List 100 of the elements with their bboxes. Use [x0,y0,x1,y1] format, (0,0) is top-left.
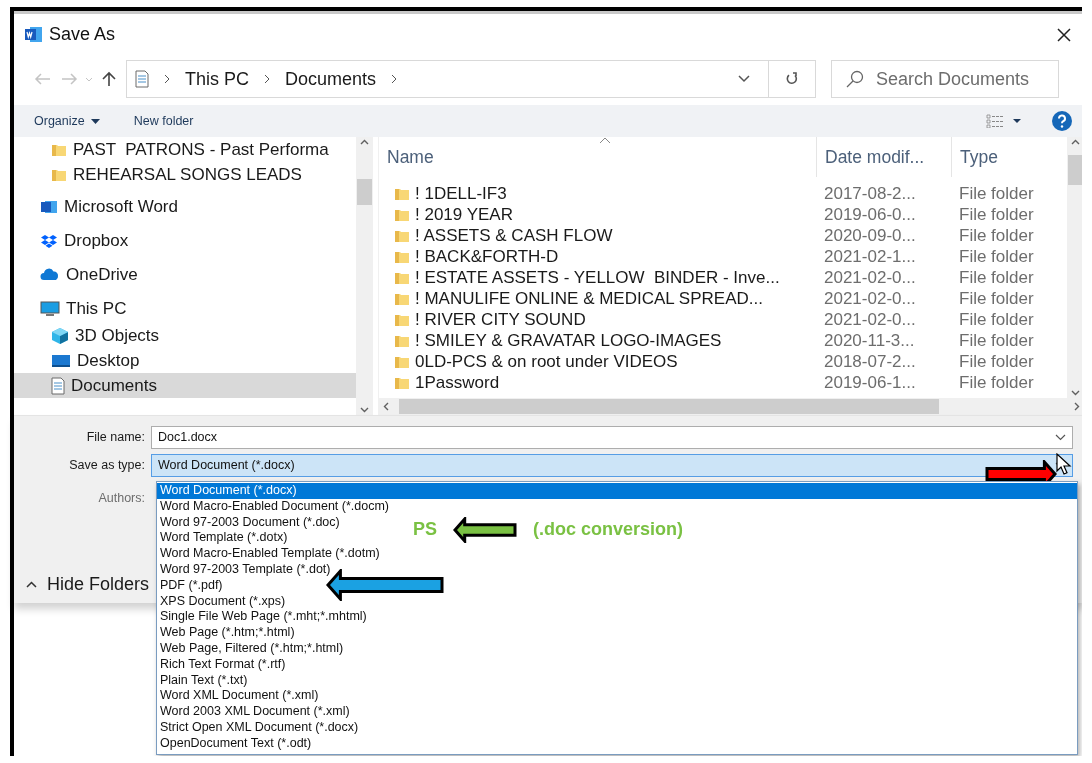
sidebar-item[interactable]: Microsoft Word [14,193,356,221]
date-cell-text: 2017-08-2... [823,183,917,204]
scroll-up-icon[interactable] [1071,139,1080,145]
file-type-option[interactable]: XPS Document (*.xps) [157,593,289,610]
caret-icon [26,581,37,588]
sidebar-item[interactable]: Dropbox [14,227,356,255]
type-cell-text: File folder [958,183,1035,204]
sidebar-item[interactable]: Desktop [14,348,356,373]
column-header[interactable]: Name [379,137,816,177]
sidebar-item[interactable]: REHEARSAL SONGS LEADS [14,162,356,187]
file-type-option[interactable]: Plain Text (*.txt) [157,672,251,689]
search-field[interactable]: Search Documents [831,60,1059,98]
file-type-option[interactable]: OpenDocument Text (*.odt) [157,735,315,752]
type-cell-text: File folder [958,330,1035,351]
desktop-icon [51,352,71,369]
breadcrumb[interactable]: Documents [277,68,385,90]
file-type-option[interactable]: Single File Web Page (*.mht;*.mhtml) [157,609,370,626]
document-icon [135,70,149,88]
file-type-option[interactable]: Word Template (*.dotx) [157,530,291,547]
file-type-option[interactable]: Word Macro-Enabled Template (*.dotm) [157,546,383,562]
annotation-arrow [453,516,517,543]
scroll-up-icon[interactable] [360,139,369,145]
save-type-dropdown[interactable]: Word Document (*.docx) [151,453,1073,477]
type-cell-text: File folder [958,309,1035,330]
date-cell-text: 2019-06-0... [823,204,917,225]
date-cell-text: 2019-06-1... [823,372,917,393]
chevron-icon[interactable] [263,74,271,84]
sidebar-item[interactable]: PAST PATRONS - Past Performa [14,137,356,162]
date-cell-text: 2021-02-0... [823,309,917,330]
date-cell-text: 2020-11-3... [823,330,916,351]
file-type-option[interactable]: Web Page (*.htm;*.html) [157,625,298,641]
date-cell-text: 2018-07-2... [823,351,917,372]
sort-caret-icon [599,137,611,144]
word-icon [24,26,43,43]
sidebar-item[interactable]: Documents [14,373,356,398]
annotation-note: (.doc conversion) [533,519,684,541]
chevron-icon[interactable] [390,74,399,84]
file-name[interactable]: ! 2019 YEAR [379,204,816,225]
sidebar-item[interactable]: This PC [14,295,356,323]
cursor-icon [1056,453,1072,475]
file-type-option[interactable]: Word Macro-Enabled Document (*.docm) [157,498,393,515]
type-cell-text: File folder [958,372,1035,393]
scroll-right-icon[interactable] [1074,402,1080,411]
organize-button[interactable]: Organize [34,114,100,128]
file-name-field[interactable]: Doc1.docx [151,425,1073,449]
window-title: Save As [49,24,116,45]
computer-icon [40,300,60,318]
file-type-option[interactable]: Word Document (*.docx) [157,483,1077,499]
new-folder-button[interactable]: New folder [133,114,194,128]
dropbox-icon [40,233,58,249]
date-cell-text: 2020-09-0... [823,225,917,246]
type-cell-text: File folder [958,204,1035,225]
scroll-down-icon[interactable] [360,407,369,413]
dropdown-icon[interactable] [738,75,750,83]
field-label: Save as type: [68,458,146,472]
type-cell-text: File folder [958,288,1035,309]
cube-icon [51,326,69,345]
file-type-option[interactable]: Word 97-2003 Document (*.doc) [157,514,343,531]
file-type-option[interactable]: Web Page, Filtered (*.htm;*.html) [157,640,347,657]
file-name[interactable]: ! MANULIFE ONLINE & MEDICAL SPREAD... [379,288,816,309]
field-label: Authors: [97,491,146,505]
cloud-icon [40,268,60,282]
file-name[interactable]: ! ESTATE ASSETS - YELLOW BINDER - Inve... [379,267,816,288]
scroll-down-icon[interactable] [1071,390,1080,396]
date-cell-text: 2021-02-0... [823,288,917,309]
file-type-option[interactable]: PDF (*.pdf) [157,577,226,594]
address-bar[interactable]: This PC Documents [126,60,816,98]
column-header[interactable]: Date modif... [816,137,951,177]
file-name[interactable]: ! SMILEY & GRAVATAR LOGO-IMAGES [379,330,816,351]
search-icon [845,69,865,89]
file-type-option[interactable]: Word 97-2003 Template (*.dot) [157,562,334,578]
sidebar-item[interactable]: 3D Objects [14,323,356,348]
file-name[interactable]: 1Password [379,372,816,393]
file-name[interactable]: ! ASSETS & CASH FLOW [379,225,816,246]
date-cell-text: 2021-02-0... [823,267,917,288]
annotation-label: PS [413,519,437,541]
file-type-option[interactable]: Strict Open XML Document (*.docx) [157,719,362,736]
file-type-option[interactable]: Rich Text Format (*.rtf) [157,656,289,673]
file-name[interactable]: ! RIVER CITY SOUND [379,309,816,330]
document-icon [51,376,65,395]
view-options-icon[interactable] [986,114,1022,128]
hide-folders-button[interactable]: Hide Folders [26,574,150,595]
file-name[interactable]: ! BACK&FORTH-D [379,246,816,267]
close-icon[interactable] [1056,26,1072,43]
help-icon[interactable] [1052,111,1072,131]
type-cell-text: File folder [958,351,1035,372]
file-name[interactable]: ! 1DELL-IF3 [379,183,816,204]
breadcrumb[interactable]: This PC [177,68,257,90]
word-icon [40,199,58,215]
file-type-option[interactable]: Word XML Document (*.xml) [157,688,322,705]
file-type-option[interactable]: Word 2003 XML Document (*.xml) [157,704,353,720]
refresh-icon[interactable] [785,72,799,86]
dropdown-icon[interactable] [1055,433,1066,441]
file-name[interactable]: 0LD-PCS & on root under VIDEOS [379,351,816,372]
field-label: File name: [85,430,146,444]
type-cell-text: File folder [958,246,1035,267]
chevron-icon[interactable] [163,74,171,84]
date-cell-text: 2021-02-1... [823,246,917,267]
scroll-left-icon[interactable] [383,402,389,411]
sidebar-item[interactable]: OneDrive [14,261,356,289]
